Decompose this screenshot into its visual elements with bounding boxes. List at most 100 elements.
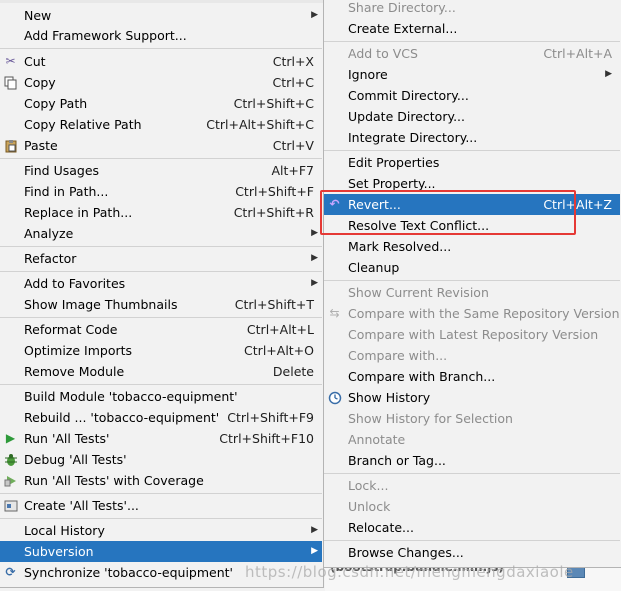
menu-item-show-history[interactable]: Show History (324, 387, 620, 408)
menu-item-label: Branch or Tag... (348, 453, 446, 468)
menu-item-label: Add to Favorites (24, 276, 126, 291)
menu-item-add-to-favorites[interactable]: Add to Favorites ▶ (0, 273, 322, 294)
menu-item-local-history[interactable]: Local History ▶ (0, 520, 322, 541)
menu-separator (324, 473, 620, 474)
menu-item-lock: Lock... (324, 475, 620, 496)
menu-item-shortcut: Ctrl+X (272, 54, 314, 69)
menu-item-label: Analyze (24, 226, 74, 241)
menu-item-label: Browse Changes... (348, 545, 464, 560)
menu-item-add-framework-support[interactable]: Add Framework Support... (0, 25, 322, 46)
menu-item-show-history-for-selection: Show History for Selection (324, 408, 620, 429)
menu-item-shortcut: Ctrl+Alt+Shift+C (206, 117, 314, 132)
menu-item-rebuild[interactable]: Rebuild ... 'tobacco-equipment' Ctrl+Shi… (0, 407, 322, 428)
menu-item-browse-changes[interactable]: Browse Changes... (324, 542, 620, 563)
submenu-arrow-icon: ▶ (311, 278, 318, 288)
menu-item-label: Local History (24, 523, 105, 538)
menu-item-integrate-directory[interactable]: Integrate Directory... (324, 127, 620, 148)
menu-item-label: Integrate Directory... (348, 130, 478, 145)
menu-item-new[interactable]: New ▶ (0, 5, 322, 26)
menu-item-ignore[interactable]: Ignore ▶ (324, 64, 620, 85)
menu-item-create-all-tests[interactable]: Create 'All Tests'... (0, 495, 322, 516)
menu-item-label: Commit Directory... (348, 88, 469, 103)
menu-item-optimize-imports[interactable]: Optimize Imports Ctrl+Alt+O (0, 340, 322, 361)
menu-item-run-with-coverage[interactable]: Run 'All Tests' with Coverage (0, 470, 322, 491)
submenu-arrow-icon: ▶ (311, 253, 318, 263)
menu-item-cut[interactable]: ✂ Cut Ctrl+X (0, 51, 322, 72)
menu-item-shortcut: Ctrl+Alt+A (543, 46, 612, 61)
menu-item-label: Find Usages (24, 163, 100, 178)
menu-item-cleanup[interactable]: Cleanup (324, 257, 620, 278)
menu-item-shortcut: Ctrl+Shift+T (234, 297, 314, 312)
menu-item-label: Create 'All Tests'... (24, 498, 139, 513)
menu-item-refactor[interactable]: Refactor ▶ (0, 248, 322, 269)
menu-item-show-current-revision: Show Current Revision (324, 282, 620, 303)
menu-item-update-directory[interactable]: Update Directory... (324, 106, 620, 127)
menu-item-compare-latest-repo-version: Compare with Latest Repository Version (324, 324, 620, 345)
menu-item-show-image-thumbnails[interactable]: Show Image Thumbnails Ctrl+Shift+T (0, 294, 322, 315)
menu-item-label: Relocate... (348, 520, 414, 535)
menu-item-copy-relative-path[interactable]: Copy Relative Path Ctrl+Alt+Shift+C (0, 114, 322, 135)
menu-item-edit-properties[interactable]: Edit Properties (324, 152, 620, 173)
menu-item-relocate[interactable]: Relocate... (324, 517, 620, 538)
menu-item-label: Annotate (348, 432, 406, 447)
menu-item-label: Reformat Code (24, 322, 118, 337)
menu-item-label: Compare with the Same Repository Version (348, 306, 620, 321)
submenu-arrow-icon: ▶ (605, 69, 612, 79)
menu-item-replace-in-path[interactable]: Replace in Path... Ctrl+Shift+R (0, 202, 322, 223)
menu-separator (324, 150, 620, 151)
menu-item-build-module[interactable]: Build Module 'tobacco-equipment' (0, 386, 322, 407)
menu-item-create-external[interactable]: Create External... (324, 18, 620, 39)
sync-icon: ⟳ (5, 565, 16, 579)
coverage-icon (3, 473, 18, 488)
menu-item-copy-path[interactable]: Copy Path Ctrl+Shift+C (0, 93, 322, 114)
menu-item-label: Copy Path (24, 96, 88, 111)
menu-separator (324, 540, 620, 541)
watermark: https://blog.csdn.net/mengmengdaxiaole (245, 563, 574, 581)
subversion-submenu: Share Directory... Create External... Ad… (323, 0, 621, 568)
menu-item-label: Cut (24, 54, 46, 69)
menu-item-label: Unlock (348, 499, 391, 514)
submenu-arrow-icon: ▶ (311, 10, 318, 20)
menu-item-label: Lock... (348, 478, 389, 493)
menu-item-label: Share Directory... (348, 0, 456, 15)
menu-item-run-all-tests[interactable]: ▶ Run 'All Tests' Ctrl+Shift+F10 (0, 428, 322, 449)
menu-item-label: Ignore (348, 67, 388, 82)
menu-item-label: Mark Resolved... (348, 239, 452, 254)
menu-item-reformat-code[interactable]: Reformat Code Ctrl+Alt+L (0, 319, 322, 340)
menu-item-branch-or-tag[interactable]: Branch or Tag... (324, 450, 620, 471)
menu-item-label: Add Framework Support... (24, 28, 187, 43)
menu-item-label: Show Current Revision (348, 285, 489, 300)
menu-item-find-in-path[interactable]: Find in Path... Ctrl+Shift+F (0, 181, 322, 202)
menu-item-mark-resolved[interactable]: Mark Resolved... (324, 236, 620, 257)
menu-item-label: Compare with Branch... (348, 369, 496, 384)
menu-item-find-usages[interactable]: Find Usages Alt+F7 (0, 160, 322, 181)
menu-item-shortcut: Ctrl+Alt+O (244, 343, 314, 358)
menu-item-copy[interactable]: Copy Ctrl+C (0, 72, 322, 93)
menu-item-shortcut: Ctrl+Alt+L (246, 322, 314, 337)
menu-item-compare-with-branch[interactable]: Compare with Branch... (324, 366, 620, 387)
menu-item-annotate: Annotate (324, 429, 620, 450)
debug-icon (3, 452, 18, 467)
menu-item-shortcut: Ctrl+Shift+F10 (219, 431, 314, 446)
menu-item-analyze[interactable]: Analyze ▶ (0, 223, 322, 244)
compare-icon: ⇆ (329, 306, 340, 320)
menu-separator (324, 41, 620, 42)
menu-item-label: Refactor (24, 251, 77, 266)
menu-item-shortcut: Ctrl+Shift+C (233, 96, 314, 111)
menu-item-label: Copy Relative Path (24, 117, 142, 132)
menu-item-remove-module[interactable]: Remove Module Delete (0, 361, 322, 382)
menu-separator (0, 271, 322, 272)
menu-item-paste[interactable]: Paste Ctrl+V (0, 135, 322, 156)
menu-item-compare-with: Compare with... (324, 345, 620, 366)
menu-item-shortcut: Ctrl+C (272, 75, 314, 90)
menu-item-label: Compare with... (348, 348, 448, 363)
submenu-arrow-icon: ▶ (311, 228, 318, 238)
menu-item-subversion[interactable]: Subversion ▶ (0, 541, 322, 562)
menu-item-debug-all-tests[interactable]: Debug 'All Tests' (0, 449, 322, 470)
menu-item-commit-directory[interactable]: Commit Directory... (324, 85, 620, 106)
menu-item-label: New (24, 8, 52, 23)
menu-separator (0, 246, 322, 247)
menu-item-label: Remove Module (24, 364, 125, 379)
menu-item-label: Add to VCS (348, 46, 418, 61)
menu-separator (0, 48, 322, 49)
